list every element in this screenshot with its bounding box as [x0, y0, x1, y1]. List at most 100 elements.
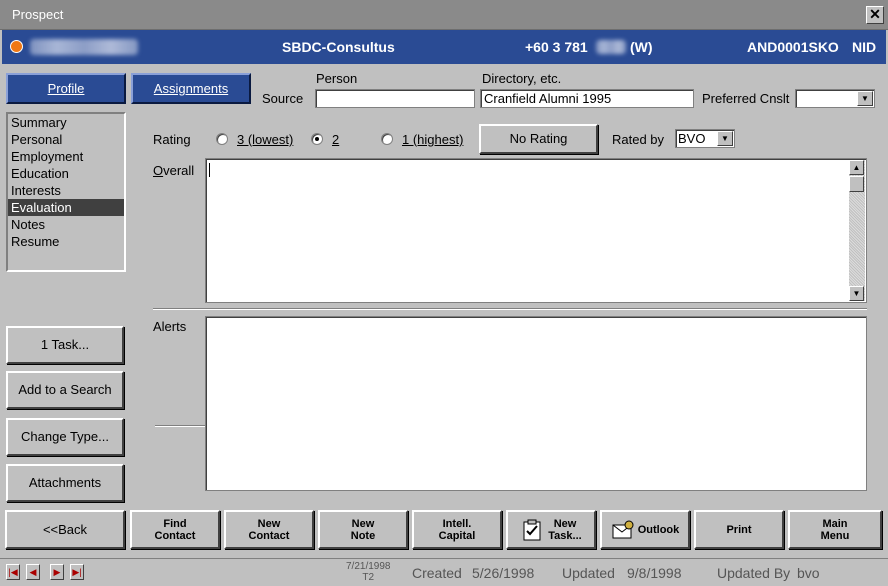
section-item-education[interactable]: Education	[8, 165, 124, 182]
directory-label: Directory, etc.	[482, 71, 562, 86]
main-menu-button[interactable]: Main Menu	[788, 510, 882, 549]
section-item-evaluation[interactable]: Evaluation	[8, 199, 124, 216]
rated-by-select[interactable]: BVO ▼	[675, 129, 735, 148]
section-item-employment[interactable]: Employment	[8, 148, 124, 165]
updated-date: 9/8/1998	[627, 565, 682, 581]
chevron-down-icon[interactable]: ▼	[717, 131, 733, 146]
first-record-icon[interactable]: |◀	[6, 564, 20, 580]
preferred-cnslt-select[interactable]: ▼	[795, 89, 875, 108]
phone-number: +60 3 781	[525, 39, 588, 55]
tab-profile-label: Profile	[47, 81, 85, 96]
new-note-line1: New	[351, 517, 375, 530]
record-code: AND0001SKO	[747, 39, 839, 55]
outlook-button[interactable]: Outlook	[600, 510, 690, 549]
intell-capital-line1: Intell.	[442, 517, 472, 530]
updated-by-label: Updated By	[717, 565, 791, 581]
person-field[interactable]	[315, 89, 475, 108]
print-button[interactable]: Print	[694, 510, 784, 549]
scroll-thumb[interactable]	[849, 176, 864, 192]
phone-type: (W)	[630, 39, 653, 55]
rating-option-3-text: 3 (lowest)	[237, 132, 294, 147]
record-date: 7/21/1998	[346, 561, 391, 572]
overall-scrollbar[interactable]: ▲ ▼	[849, 160, 865, 301]
new-note-line2: Note	[350, 529, 376, 542]
alerts-label: Alerts	[153, 319, 187, 334]
outlook-icon	[612, 520, 634, 538]
rating-option-1-label: 1 (highest)	[402, 132, 463, 147]
window-titlebar: Prospect ✕	[0, 0, 888, 30]
record-t: T2	[362, 572, 375, 583]
rating-option-2-text: 2	[332, 132, 340, 147]
new-contact-line2: Contact	[248, 529, 290, 542]
nid-label: NID	[852, 39, 877, 55]
new-contact-button[interactable]: New Contact	[224, 510, 314, 549]
contact-name-redacted	[30, 39, 138, 55]
task-button[interactable]: 1 Task...	[6, 326, 124, 364]
main-menu-line2: Menu	[820, 529, 850, 542]
rating-radio-1[interactable]	[381, 133, 393, 145]
intell-capital-line2: Capital	[438, 529, 476, 542]
window-title: Prospect	[12, 7, 64, 22]
chevron-down-icon[interactable]: ▼	[857, 91, 873, 106]
outlook-label: Outlook	[637, 523, 680, 536]
rating-option-2-label: 2	[332, 132, 339, 147]
section-item-interests[interactable]: Interests	[8, 182, 124, 199]
section-divider	[153, 308, 867, 310]
intell-capital-button[interactable]: Intell. Capital	[412, 510, 502, 549]
next-record-icon[interactable]: ▶	[50, 564, 64, 580]
section-item-resume[interactable]: Resume	[8, 233, 124, 250]
overall-textarea[interactable]: ▲ ▼	[205, 158, 867, 303]
rating-radio-3[interactable]	[216, 133, 228, 145]
rated-by-label: Rated by	[612, 132, 665, 147]
new-task-line1: New	[553, 517, 577, 530]
close-button[interactable]: ✕	[866, 6, 884, 24]
updated-label: Updated	[562, 565, 615, 581]
add-to-search-button[interactable]: Add to a Search	[6, 371, 124, 409]
alerts-divider	[155, 425, 205, 427]
overall-label: Overall	[153, 163, 195, 178]
rating-radio-2[interactable]	[311, 133, 323, 145]
phone-redacted	[596, 40, 626, 54]
no-rating-button[interactable]: No Rating	[479, 124, 598, 154]
updated-by-value: bvo	[797, 565, 820, 581]
section-item-notes[interactable]: Notes	[8, 216, 124, 233]
rating-label: Rating	[153, 132, 191, 147]
find-contact-button[interactable]: Find Contact	[130, 510, 220, 549]
overall-label-text: verall	[163, 163, 195, 178]
scroll-down-icon[interactable]: ▼	[849, 286, 864, 301]
rated-by-value: BVO	[678, 131, 706, 146]
status-dot-icon	[10, 40, 23, 53]
section-item-personal[interactable]: Personal	[8, 131, 124, 148]
prev-record-icon[interactable]: ◀	[26, 564, 40, 580]
new-contact-line1: New	[257, 517, 281, 530]
tab-assignments-label: Assignments	[153, 81, 229, 96]
back-button[interactable]: <<Back	[5, 510, 125, 549]
change-type-button[interactable]: Change Type...	[6, 418, 124, 456]
org-name: SBDC-Consultus	[282, 39, 395, 55]
tab-assignments[interactable]: Assignments	[131, 73, 251, 104]
scroll-up-icon[interactable]: ▲	[849, 160, 864, 175]
tab-profile[interactable]: Profile	[6, 73, 126, 104]
rating-option-1-text: 1 (highest)	[402, 132, 464, 147]
record-header: SBDC-Consultus +60 3 781 (W) AND0001SKO …	[2, 30, 886, 64]
created-date: 5/26/1998	[472, 565, 535, 581]
clipboard-check-icon	[523, 519, 541, 540]
find-contact-line2: Contact	[154, 529, 196, 542]
status-bar: |◀ ◀ ▶ ▶| 7/21/1998 T2 Created 5/26/1998…	[0, 558, 888, 586]
new-task-line2: Task...	[548, 529, 582, 542]
last-record-icon[interactable]: ▶|	[70, 564, 84, 580]
rating-option-3-label: 3 (lowest)	[237, 132, 293, 147]
person-label: Person	[316, 71, 358, 86]
directory-field[interactable]: Cranfield Alumni 1995	[480, 89, 694, 108]
new-note-button[interactable]: New Note	[318, 510, 408, 549]
alerts-textarea[interactable]	[205, 316, 867, 491]
source-label: Source	[262, 91, 304, 106]
section-list: Summary Personal Employment Education In…	[6, 112, 126, 272]
new-task-button[interactable]: New Task...	[506, 510, 596, 549]
find-contact-line1: Find	[163, 517, 187, 530]
preferred-cnslt-label: Preferred Cnslt	[702, 91, 790, 106]
text-cursor	[209, 163, 210, 177]
main-menu-line1: Main	[822, 517, 848, 530]
section-item-summary[interactable]: Summary	[8, 114, 124, 131]
attachments-button[interactable]: Attachments	[6, 464, 124, 502]
